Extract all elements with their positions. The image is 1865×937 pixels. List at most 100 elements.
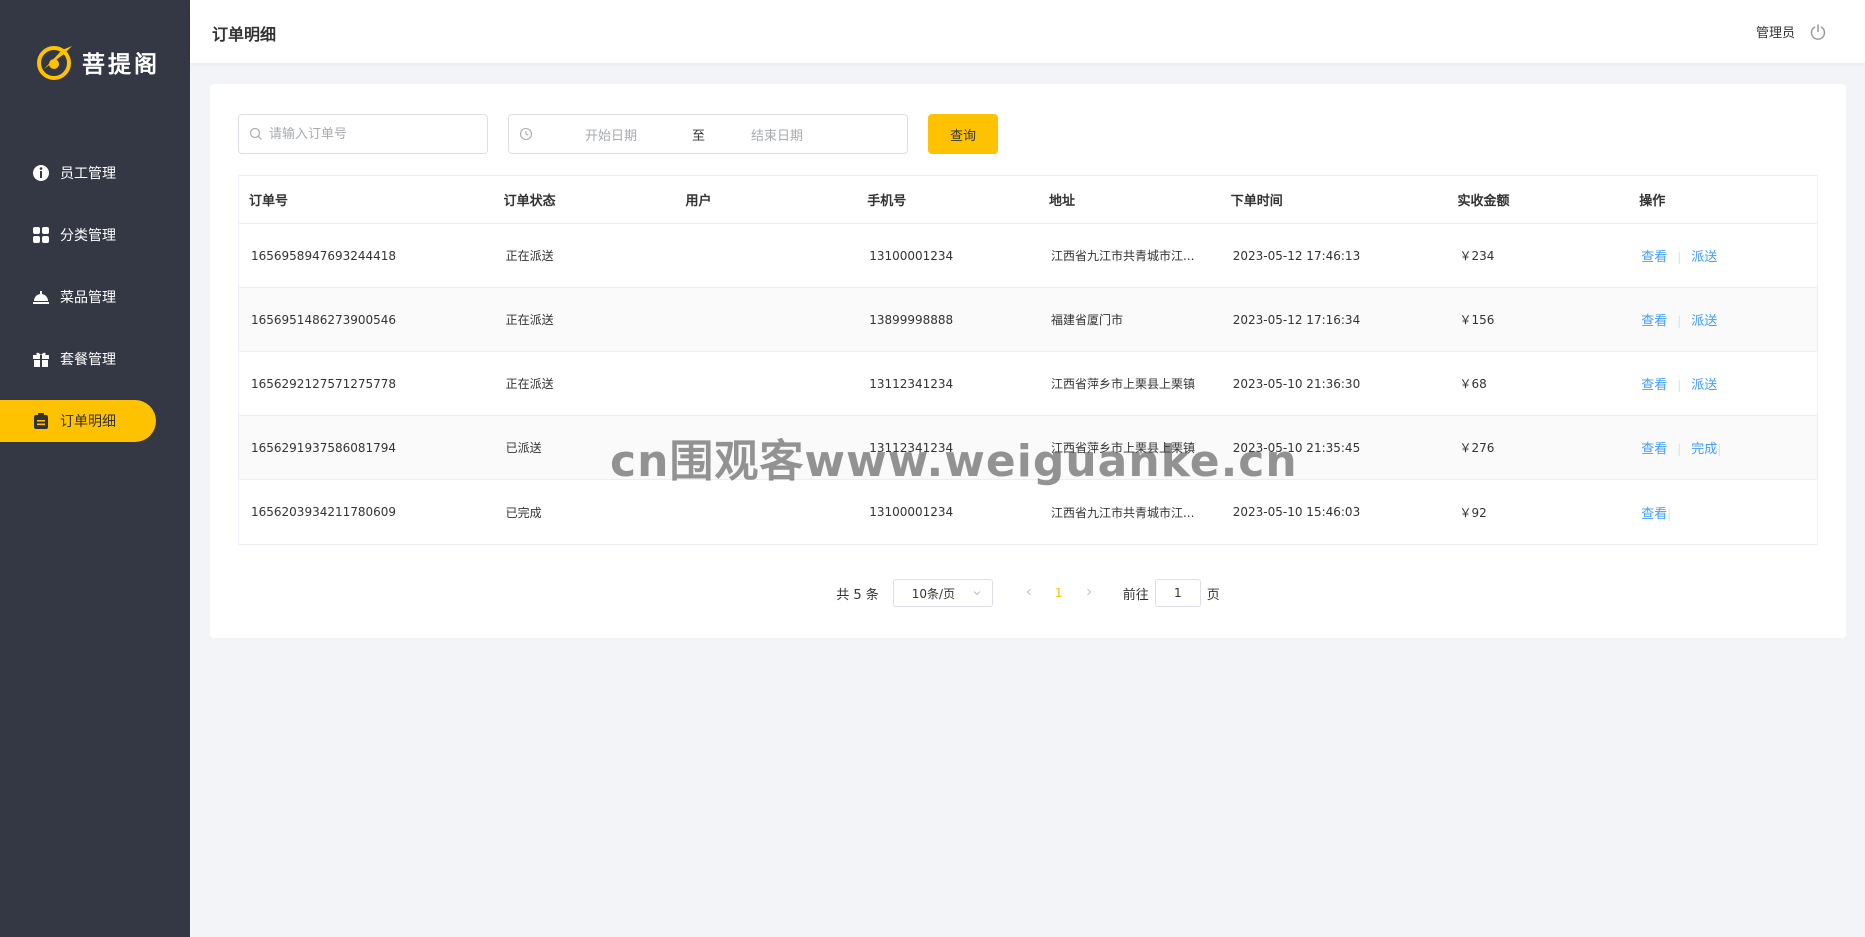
chevron-down-icon <box>973 591 981 596</box>
op-divider: | <box>1717 442 1722 456</box>
sidebar-item-label: 分类管理 <box>60 228 116 244</box>
op-divider: | <box>1677 250 1682 264</box>
column-header: 下单时间 <box>1230 194 1283 209</box>
logo-icon <box>37 46 72 80</box>
sidebar-item-category[interactable]: 分类管理 <box>0 214 156 256</box>
dispatch-link[interactable]: 派送 <box>1691 250 1717 265</box>
order-status: 正在派送 <box>505 249 554 263</box>
order-number-input[interactable] <box>269 126 469 142</box>
watermark: cn围观客www.weiguanke.cn <box>610 436 1298 487</box>
view-link[interactable]: 查看 <box>1641 378 1667 393</box>
sidebar-item-label: 员工管理 <box>60 166 116 182</box>
end-date-input[interactable]: 结束日期 <box>751 125 803 144</box>
category-icon <box>32 226 50 244</box>
column-header: 操作 <box>1639 194 1666 209</box>
op-divider: | <box>1667 506 1672 521</box>
sidebar-item-orders[interactable]: 订单明细 <box>0 400 156 442</box>
sidebar-item-setmeal[interactable]: 套餐管理 <box>0 338 156 380</box>
search-icon <box>249 127 262 140</box>
start-date-input[interactable]: 开始日期 <box>585 125 637 144</box>
order-address: 江西省萍乡市上栗县上栗镇 <box>1050 377 1195 391</box>
order-operations: 查看 | 派送 <box>1629 374 1817 393</box>
page-jumper: 前往 页 <box>1123 579 1220 607</box>
page-size-value: 10条/页 <box>911 586 956 601</box>
user-area: 管理员 <box>1756 22 1827 41</box>
order-search-box <box>238 114 488 154</box>
sidebar: 菩提阁 员工管理 分类管理 菜品管理 套餐管理 订单明细 <box>0 0 190 937</box>
table-row: 1656292127571275778 正在派送 13112341234 江西省… <box>239 352 1817 416</box>
dispatch-link[interactable]: 派送 <box>1691 378 1717 393</box>
date-range-picker[interactable]: 开始日期 至 结束日期 <box>508 114 908 154</box>
dispatch-link[interactable]: 派送 <box>1691 314 1717 329</box>
op-divider: | <box>1677 378 1682 392</box>
order-number: 1656958947693244418 <box>251 248 397 263</box>
order-status: 正在派送 <box>505 377 554 391</box>
sidebar-item-label: 套餐管理 <box>60 352 116 368</box>
view-link[interactable]: 查看 <box>1641 507 1667 522</box>
dish-icon <box>32 288 50 306</box>
column-header: 手机号 <box>867 194 907 209</box>
op-divider: | <box>1677 442 1682 456</box>
op-divider: | <box>1677 314 1682 328</box>
column-header: 订单状态 <box>503 194 556 209</box>
view-link[interactable]: 查看 <box>1641 250 1667 265</box>
order-address: 福建省厦门市 <box>1050 313 1123 327</box>
order-status: 已完成 <box>505 505 542 520</box>
page-size-select[interactable]: 10条/页 <box>892 579 993 607</box>
column-header: 用户 <box>685 194 712 209</box>
user-name[interactable]: 管理员 <box>1756 22 1795 41</box>
order-time: 2023-05-10 21:36:30 <box>1232 376 1361 391</box>
sidebar-item-employee[interactable]: 员工管理 <box>0 152 156 194</box>
order-number: 1656951486273900546 <box>251 312 397 327</box>
pagination: 共 5 条 10条/页 1 前往 页 <box>210 579 1846 607</box>
order-status: 正在派送 <box>505 313 554 327</box>
column-header: 实收金额 <box>1457 194 1510 209</box>
order-number: 1656203934211780609 <box>251 505 397 519</box>
column-header: 订单号 <box>249 194 289 209</box>
employee-icon <box>32 164 50 182</box>
order-time: 2023-05-12 17:46:13 <box>1232 248 1361 263</box>
order-time: 2023-05-10 15:46:03 <box>1232 505 1361 519</box>
order-amount: ￥276 <box>1459 441 1495 455</box>
orders-table: 订单号 订单状态 用户 手机号 地址 下单时间 实收金额 操作 16569589… <box>238 175 1818 545</box>
order-time: 2023-05-12 17:16:34 <box>1232 312 1361 327</box>
query-button[interactable]: 查询 <box>928 114 998 154</box>
order-amount: ￥234 <box>1459 249 1495 263</box>
table-row: 1656958947693244418 正在派送 13100001234 江西省… <box>239 224 1817 288</box>
order-number: 1656291937586081794 <box>251 440 397 455</box>
complete-link[interactable]: 完成 <box>1691 442 1717 457</box>
order-phone: 13100001234 <box>869 248 954 263</box>
order-phone: 13112341234 <box>869 376 954 391</box>
order-amount: ￥92 <box>1459 505 1487 520</box>
clock-icon <box>519 127 533 141</box>
sidebar-item-label: 订单明细 <box>60 414 116 430</box>
page-number[interactable]: 1 <box>1039 586 1079 600</box>
sidebar-item-dish[interactable]: 菜品管理 <box>0 276 156 318</box>
order-amount: ￥68 <box>1459 377 1487 391</box>
brand-name: 菩提阁 <box>82 52 160 78</box>
orders-card: 开始日期 至 结束日期 查询 订单号 订单状态 用户 手机号 地址 下单时间 实… <box>210 84 1846 638</box>
order-number: 1656292127571275778 <box>251 376 397 391</box>
column-header: 地址 <box>1048 194 1075 209</box>
order-phone: 13899998888 <box>869 312 954 327</box>
page-suffix: 页 <box>1206 587 1220 603</box>
goto-page-input[interactable] <box>1154 579 1201 607</box>
clipboard-icon <box>32 412 50 430</box>
pagination-total: 共 5 条 <box>836 587 879 603</box>
order-address: 江西省九江市共青城市江... <box>1050 505 1195 520</box>
next-page-icon[interactable] <box>1079 586 1099 601</box>
order-operations: 查看| <box>1629 503 1817 522</box>
brand-logo[interactable]: 菩提阁 <box>34 42 160 82</box>
power-icon[interactable] <box>1809 23 1827 41</box>
order-operations: 查看 | 派送 <box>1629 246 1817 265</box>
order-operations: 查看 | 完成| <box>1629 438 1817 457</box>
view-link[interactable]: 查看 <box>1641 314 1667 329</box>
goto-label: 前往 <box>1122 587 1149 603</box>
prev-page-icon[interactable] <box>1019 586 1039 601</box>
order-operations: 查看 | 派送 <box>1629 310 1817 329</box>
table-header: 订单号 订单状态 用户 手机号 地址 下单时间 实收金额 操作 <box>239 176 1817 224</box>
view-link[interactable]: 查看 <box>1641 442 1667 457</box>
date-separator: 至 <box>692 128 706 144</box>
table-row: 1656951486273900546 正在派送 13899998888 福建省… <box>239 288 1817 352</box>
sidebar-item-label: 菜品管理 <box>60 290 116 306</box>
